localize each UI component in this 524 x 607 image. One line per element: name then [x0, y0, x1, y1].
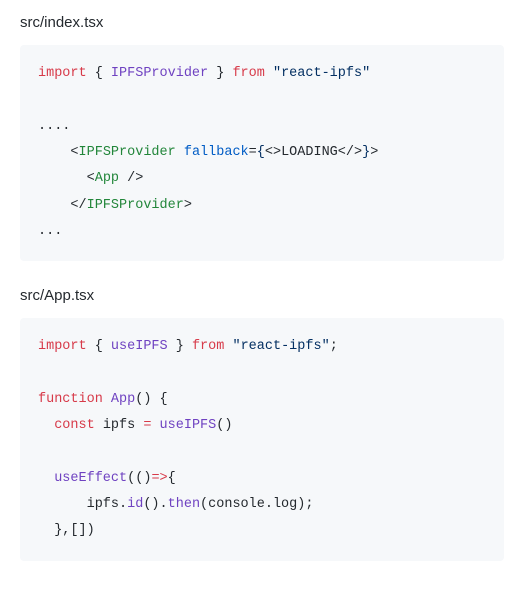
code-token: LOADING — [281, 145, 338, 160]
file-path-heading: src/App.tsx — [20, 287, 504, 304]
code-token: (). — [143, 497, 167, 512]
code-token — [103, 392, 111, 407]
code-token: > — [370, 145, 378, 160]
code-token: .... — [38, 119, 70, 134]
code-token: id — [127, 497, 143, 512]
code-token: IPFSProvider — [87, 198, 184, 213]
code-token: < — [38, 171, 95, 186]
code-line: function App() { — [38, 387, 486, 413]
code-line: <IPFSProvider fallback={<>LOADING</>}> — [38, 140, 486, 166]
code-token: function — [38, 392, 103, 407]
code-line: const ipfs = useIPFS() — [38, 413, 486, 439]
code-token: import — [38, 339, 87, 354]
code-token: () { — [135, 392, 167, 407]
code-token: useIPFS — [160, 418, 217, 433]
code-token: IPFSProvider — [79, 145, 176, 160]
code-token: App — [111, 392, 135, 407]
code-line: .... — [38, 114, 486, 140]
code-token: => — [151, 471, 167, 486]
code-line: ipfs.id().then(console.log); — [38, 492, 486, 518]
code-token: import — [38, 66, 87, 81]
code-token: { — [257, 145, 265, 160]
code-token: </> — [338, 145, 362, 160]
code-token: "react-ipfs" — [273, 66, 370, 81]
code-token — [265, 66, 273, 81]
code-token: IPFSProvider — [111, 66, 208, 81]
code-token: ... — [38, 224, 62, 239]
code-token: then — [168, 497, 200, 512]
code-token: useIPFS — [111, 339, 168, 354]
code-token — [176, 145, 184, 160]
code-line — [38, 439, 486, 465]
code-token: useEffect — [54, 471, 127, 486]
code-block: import { useIPFS } from "react-ipfs"; fu… — [20, 318, 504, 561]
code-token: } — [208, 66, 232, 81]
code-token: { — [87, 66, 111, 81]
code-token: ; — [330, 339, 338, 354]
code-token: (() — [127, 471, 151, 486]
code-token: },[]) — [38, 523, 95, 538]
code-token: const — [54, 418, 95, 433]
code-token: from — [192, 339, 224, 354]
code-token: /> — [119, 171, 143, 186]
code-token: = — [249, 145, 257, 160]
code-token: App — [95, 171, 119, 186]
code-token: (console.log); — [200, 497, 313, 512]
code-token: ipfs — [95, 418, 144, 433]
code-line: import { useIPFS } from "react-ipfs"; — [38, 334, 486, 360]
code-token: < — [38, 145, 79, 160]
code-line: </IPFSProvider> — [38, 193, 486, 219]
code-line: },[]) — [38, 518, 486, 544]
code-token: <> — [265, 145, 281, 160]
code-line: <App /> — [38, 166, 486, 192]
code-token: from — [232, 66, 264, 81]
code-line: import { IPFSProvider } from "react-ipfs… — [38, 61, 486, 87]
document-root: src/index.tsx import { IPFSProvider } fro… — [20, 14, 504, 561]
code-token: () — [216, 418, 232, 433]
code-line: useEffect(()=>{ — [38, 466, 486, 492]
code-token: "react-ipfs" — [232, 339, 329, 354]
code-token: { — [168, 471, 176, 486]
code-token — [38, 418, 54, 433]
code-block: import { IPFSProvider } from "react-ipfs… — [20, 45, 504, 261]
code-token: ipfs. — [38, 497, 127, 512]
code-token: { — [87, 339, 111, 354]
code-line — [38, 87, 486, 113]
code-token — [38, 471, 54, 486]
code-token: } — [168, 339, 192, 354]
code-line — [38, 361, 486, 387]
code-token: </ — [38, 198, 87, 213]
code-token: > — [184, 198, 192, 213]
code-line: ... — [38, 219, 486, 245]
file-path-heading: src/index.tsx — [20, 14, 504, 31]
code-token: } — [362, 145, 370, 160]
code-token: fallback — [184, 145, 249, 160]
code-token — [151, 418, 159, 433]
